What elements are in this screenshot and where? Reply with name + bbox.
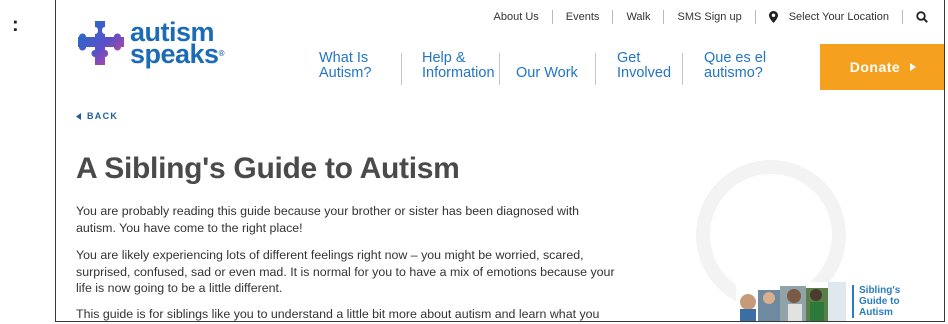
utility-walk-link[interactable]: Walk <box>613 11 663 23</box>
nav-label-line: Information <box>422 65 495 81</box>
location-label: Select Your Location <box>788 11 889 23</box>
guide-cover-photo[interactable] <box>736 282 846 322</box>
nav-label-line: Our Work <box>516 65 578 81</box>
autism-speaks-logo[interactable]: autism speaks® <box>78 19 225 68</box>
nav-label-line: Que es el <box>704 50 767 66</box>
donate-button[interactable]: Donate <box>820 44 944 90</box>
donate-label: Donate <box>849 59 901 75</box>
article-paragraph: You are probably reading this guide beca… <box>76 204 580 235</box>
utility-events-link[interactable]: Events <box>553 11 613 23</box>
trademark-symbol: ® <box>218 49 225 58</box>
nav-label-line: Involved <box>617 65 672 81</box>
nav-label-line <box>516 51 595 66</box>
guide-title-line: Autism <box>859 307 893 318</box>
guide-title-line: Sibling's <box>859 285 901 296</box>
search-button[interactable] <box>903 11 934 23</box>
article-paragraph: This guide is for siblings like you to u… <box>76 307 600 321</box>
search-icon <box>916 11 928 23</box>
map-pin-icon <box>768 11 778 23</box>
utility-about-link[interactable]: About Us <box>481 11 552 23</box>
nav-label-line: What Is <box>319 50 369 66</box>
page-title: A Sibling's Guide to Autism <box>76 152 460 185</box>
utility-sms-link[interactable]: SMS Sign up <box>664 11 754 23</box>
nav-label-line: Get <box>617 50 641 66</box>
logo-wordmark: autism speaks® <box>130 19 225 68</box>
caret-right-icon <box>910 63 917 71</box>
edge-colon-glyph: : <box>12 14 19 36</box>
location-selector[interactable]: Select Your Location <box>756 11 902 23</box>
nav-label-line: autismo? <box>704 65 763 81</box>
nav-our-work[interactable]: Our Work <box>500 49 595 83</box>
article-paragraph: You are likely experiencing lots of diff… <box>76 248 615 295</box>
nav-label-line: Help & <box>422 50 466 66</box>
puzzle-piece-logo-icon <box>78 21 124 65</box>
browser-page: About Us Events Walk SMS Sign up Select … <box>55 0 945 322</box>
guide-cover-title[interactable]: Sibling's Guide to Autism <box>852 285 900 318</box>
nav-que-es-el-autismo[interactable]: Que es el autismo? <box>683 49 779 83</box>
back-label: BACK <box>87 111 119 121</box>
caret-left-icon <box>76 112 81 120</box>
nav-what-is-autism[interactable]: What Is Autism? <box>319 49 401 83</box>
main-nav: What Is Autism? Help & Information Our W… <box>319 49 779 85</box>
back-link[interactable]: BACK <box>76 111 118 121</box>
nav-label-line: Autism? <box>319 65 372 81</box>
logo-word-speaks: speaks <box>130 39 219 69</box>
nav-get-involved[interactable]: Get Involved <box>596 49 682 83</box>
nav-help-information[interactable]: Help & Information <box>402 49 499 83</box>
guide-title-line: Guide to <box>859 296 900 307</box>
